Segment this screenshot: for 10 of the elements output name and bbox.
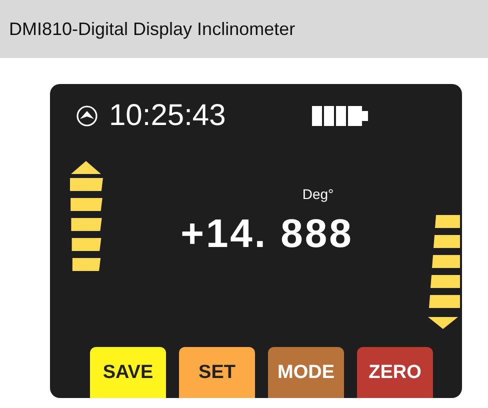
unit-label: Deg° <box>302 186 334 202</box>
function-button[interactable]: SET <box>179 347 255 398</box>
function-button[interactable]: SAVE <box>90 347 166 398</box>
battery-icon <box>312 106 370 126</box>
direction-icon <box>76 105 98 127</box>
angle-reading: +14. 888 <box>180 212 354 257</box>
function-button[interactable]: MODE <box>268 347 344 398</box>
page-title: DMI810-Digital Display Inclinometer <box>9 18 296 40</box>
clock-time: 10:25:43 <box>109 98 226 134</box>
function-button[interactable]: ZERO <box>357 347 433 398</box>
